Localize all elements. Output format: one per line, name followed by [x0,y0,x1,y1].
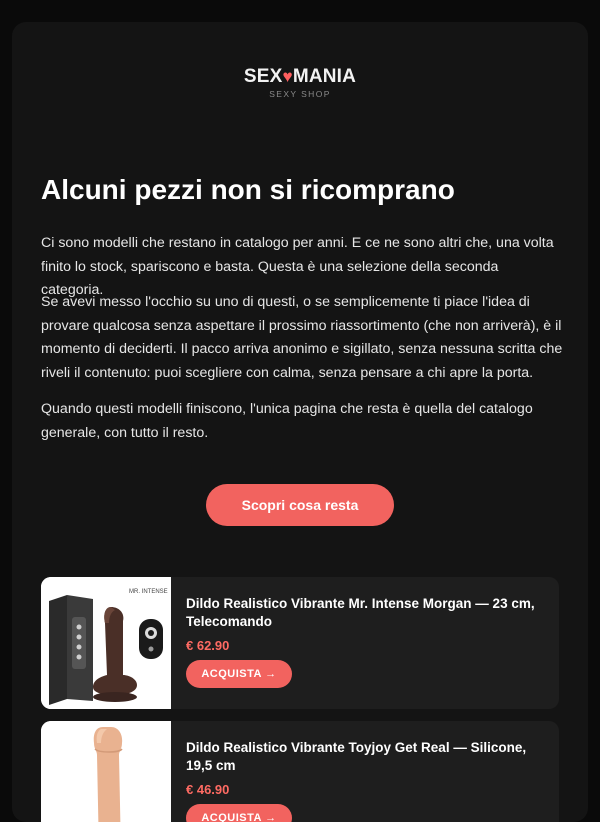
logo-wordmark: SEX♥MANIA [12,66,588,88]
product-price: € 62.90 [186,638,230,653]
product-photo-icon: MR. INTENSE [41,577,171,709]
product-name[interactable]: Dildo Realistico Vibrante Mr. Intense Mo… [186,595,536,631]
product-card[interactable]: MR. INTENSE Dildo Realistico Vibrante Mr… [41,577,559,709]
product-image[interactable]: MR. INTENSE [41,577,171,709]
logo-text-left: SEX [243,66,283,87]
headline: Alcuni pezzi non si ricomprano [41,174,455,205]
body-paragraph: Se avevi messo l'occhio su uno di questi… [41,294,563,381]
logo-text-right: MANIA [292,66,357,87]
buy-button[interactable]: ACQUISTA → [186,804,292,822]
brand-logo[interactable]: SEX♥MANIA SEXY SHOP [12,66,588,99]
buy-button[interactable]: ACQUISTA → [186,660,292,688]
product-card[interactable]: Dildo Realistico Vibrante Toyjoy Get Rea… [41,721,559,822]
product-price: € 46.90 [186,782,230,797]
svg-text:MR. INTENSE: MR. INTENSE [129,589,168,595]
heart-icon: ♥ [282,67,293,86]
cta-button[interactable]: Scopri cosa resta [206,484,394,526]
body-paragraph: Quando questi modelli finiscono, l'unica… [41,401,533,441]
email-card: SEX♥MANIA SEXY SHOP Alcuni pezzi non si … [12,22,588,822]
product-name[interactable]: Dildo Realistico Vibrante Toyjoy Get Rea… [186,739,536,775]
product-image[interactable] [41,721,171,822]
logo-tagline: SEXY SHOP [269,89,331,99]
product-photo-icon [41,721,171,822]
